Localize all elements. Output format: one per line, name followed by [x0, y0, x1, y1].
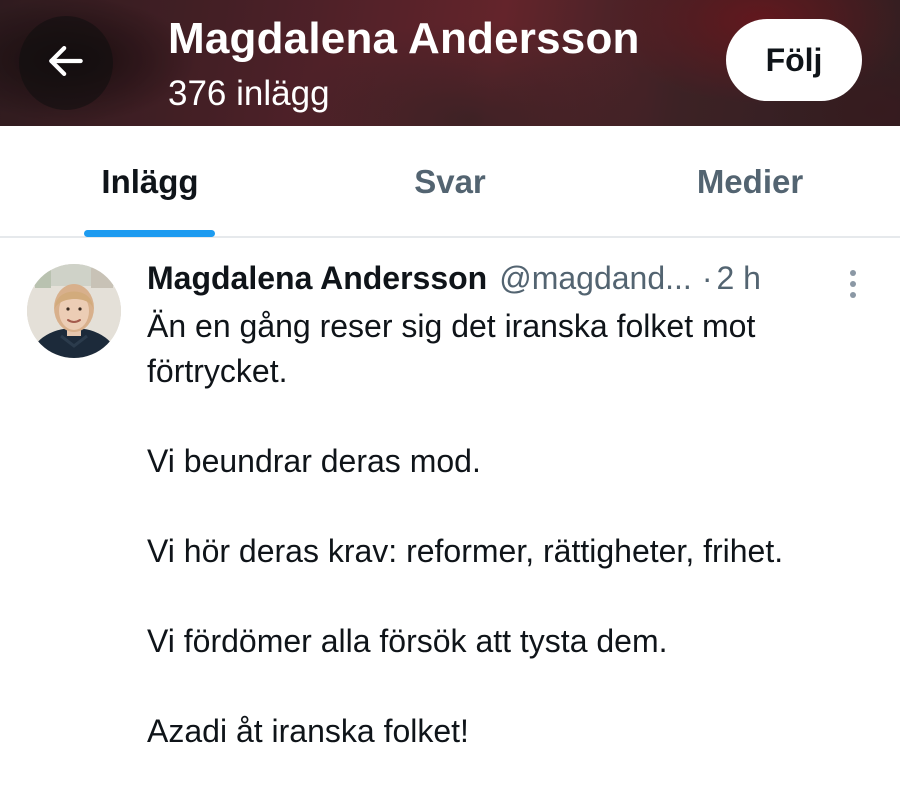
post-paragraph: Vi hör deras krav: reformer, rättigheter… [147, 533, 784, 569]
post-time[interactable]: 2 h [716, 260, 760, 297]
post-author[interactable]: Magdalena Andersson [147, 260, 487, 297]
avatar[interactable] [27, 264, 121, 358]
separator-dot: · [701, 260, 713, 296]
tab-posts[interactable]: Inlägg [0, 126, 300, 238]
post-count: 376 inlägg [168, 74, 330, 113]
back-button[interactable] [19, 16, 113, 110]
post-paragraph: Azadi åt iranska folket! [147, 713, 469, 749]
tab-media[interactable]: Medier [600, 126, 900, 238]
post[interactable]: Magdalena Andersson @magdand... · 2 h Än… [0, 240, 900, 787]
follow-button[interactable]: Följ [726, 19, 862, 101]
active-tab-indicator [84, 230, 215, 237]
post-handle[interactable]: @magdand... [499, 260, 692, 297]
tab-label: Svar [414, 163, 486, 200]
avatar-image [27, 264, 121, 358]
post-text: Än en gång reser sig det iranska folket … [147, 304, 887, 754]
post-header: Magdalena Andersson @magdand... · 2 h [147, 260, 761, 302]
post-paragraph: Vi beundrar deras mod. [147, 443, 481, 479]
profile-tabs: Inlägg Svar Medier [0, 126, 900, 238]
arrow-left-icon [44, 39, 88, 88]
profile-name: Magdalena Andersson [168, 14, 640, 63]
post-paragraph: Vi fördömer alla försök att tysta dem. [147, 623, 668, 659]
post-paragraph: Än en gång reser sig det iranska folket … [147, 308, 756, 389]
tab-replies[interactable]: Svar [300, 126, 600, 238]
more-vertical-icon[interactable] [838, 264, 868, 304]
tab-label: Medier [696, 163, 804, 200]
tab-label: Inlägg [101, 163, 199, 200]
profile-header: Magdalena Andersson 376 inlägg Följ [0, 0, 900, 126]
